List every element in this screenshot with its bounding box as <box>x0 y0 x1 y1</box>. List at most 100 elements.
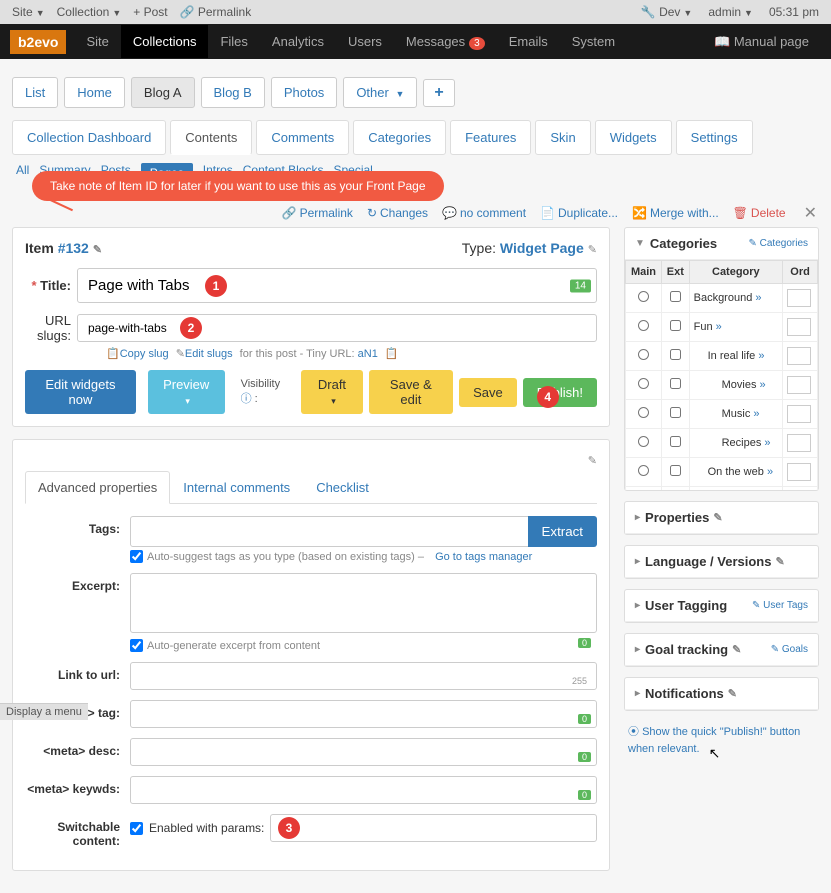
tiny-url-link[interactable]: aN1 <box>358 348 378 360</box>
topbar-collection-menu[interactable]: Collection▼ <box>53 3 126 21</box>
edit-icon[interactable]: ✎ <box>713 511 722 524</box>
pill-add[interactable]: + <box>423 79 454 107</box>
tab-contents[interactable]: Contents <box>170 120 252 155</box>
nav-analytics[interactable]: Analytics <box>260 25 336 58</box>
action-duplicate[interactable]: 📄Duplicate... <box>540 206 618 220</box>
cat-ord-input[interactable] <box>787 434 811 452</box>
tags-input[interactable] <box>130 516 529 547</box>
tab-features[interactable]: Features <box>450 120 531 155</box>
info-icon[interactable]: ⓘ <box>241 393 252 405</box>
type-value-link[interactable]: Widget Page <box>500 240 584 256</box>
edit-widgets-button[interactable]: Edit widgets now <box>25 370 136 414</box>
cat-link-icon[interactable]: » <box>716 321 722 333</box>
language-panel[interactable]: ▸Language / Versions✎ <box>624 545 819 579</box>
cat-ext-checkbox[interactable] <box>670 436 681 447</box>
cat-ext-checkbox[interactable] <box>670 465 681 476</box>
cat-ext-checkbox[interactable] <box>670 291 681 302</box>
tab-comments[interactable]: Comments <box>256 120 349 155</box>
cat-ext-checkbox[interactable] <box>670 349 681 360</box>
preview-button[interactable]: Preview ▾ <box>148 370 225 414</box>
cat-main-radio[interactable] <box>638 349 649 360</box>
metadesc-input[interactable] <box>130 738 597 766</box>
cat-name[interactable]: In real life <box>708 350 756 362</box>
inner-tab-internal[interactable]: Internal comments <box>170 471 303 504</box>
nav-manual[interactable]: 📖 Manual page <box>702 25 821 58</box>
edit-layout-icon[interactable]: ✎ <box>588 455 597 467</box>
cat-link-icon[interactable]: » <box>758 350 764 362</box>
topbar-dev-menu[interactable]: 🔧 Dev▼ <box>637 3 697 21</box>
nav-collections[interactable]: Collections <box>121 25 209 58</box>
inner-tab-checklist[interactable]: Checklist <box>303 471 382 504</box>
switchable-checkbox[interactable] <box>130 822 143 835</box>
tab-settings[interactable]: Settings <box>676 120 753 155</box>
switchable-params-input[interactable] <box>270 814 597 842</box>
cat-ord-input[interactable] <box>787 405 811 423</box>
edit-icon[interactable]: ✎ <box>775 555 784 568</box>
nav-messages[interactable]: Messages3 <box>394 25 497 58</box>
cat-main-radio[interactable] <box>638 407 649 418</box>
cat-link-icon[interactable]: » <box>767 466 773 478</box>
url-slug-input[interactable] <box>77 314 597 342</box>
linkurl-input[interactable] <box>130 662 597 690</box>
edit-categories-link[interactable]: ✎ Categories <box>748 238 808 249</box>
publish-button[interactable]: Publish! <box>523 378 597 407</box>
user-tagging-panel[interactable]: ▸User Tagging✎ User Tags <box>624 589 819 623</box>
save-edit-button[interactable]: Save & edit <box>369 370 453 414</box>
cat-link-icon[interactable]: » <box>764 437 770 449</box>
edit-icon[interactable]: ✎ <box>93 244 102 256</box>
cat-ord-input[interactable] <box>787 463 811 481</box>
cat-name[interactable]: Music <box>722 408 751 420</box>
excerpt-textarea[interactable] <box>130 573 597 633</box>
tab-dashboard[interactable]: Collection Dashboard <box>12 120 166 155</box>
pill-blog-b[interactable]: Blog B <box>201 77 265 108</box>
pill-home[interactable]: Home <box>64 77 125 108</box>
cat-link-icon[interactable]: » <box>760 379 766 391</box>
edit-slugs-link[interactable]: Edit slugs <box>185 348 233 360</box>
pill-photos[interactable]: Photos <box>271 77 337 108</box>
cat-ord-input[interactable] <box>787 347 811 365</box>
edit-icon[interactable]: ✎ <box>588 244 597 256</box>
action-no-comment[interactable]: 💬no comment <box>442 206 526 220</box>
draft-button[interactable]: Draft ▾ <box>301 370 362 414</box>
cat-ord-input[interactable] <box>787 376 811 394</box>
pill-other[interactable]: Other ▼ <box>343 77 417 108</box>
tab-widgets[interactable]: Widgets <box>595 120 672 155</box>
logo[interactable]: b2evo <box>10 30 66 54</box>
cat-name[interactable]: On the web <box>708 466 764 478</box>
notifications-panel[interactable]: ▸Notifications✎ <box>624 677 819 711</box>
autogen-excerpt-checkbox[interactable] <box>130 639 143 652</box>
copy-slug-link[interactable]: Copy slug <box>120 348 169 360</box>
cat-main-radio[interactable] <box>638 291 649 302</box>
nav-site[interactable]: Site <box>74 25 120 58</box>
tab-categories[interactable]: Categories <box>353 120 446 155</box>
cat-main-radio[interactable] <box>638 436 649 447</box>
close-button[interactable]: ✕ <box>804 203 817 223</box>
extract-button[interactable]: Extract <box>528 516 597 547</box>
cat-name[interactable]: Background <box>694 292 753 304</box>
copy-tiny-icon[interactable]: 📋 <box>385 348 399 360</box>
goals-link[interactable]: ✎ Goals <box>771 644 808 655</box>
cat-link-icon[interactable]: » <box>755 292 761 304</box>
title-input[interactable] <box>77 268 597 303</box>
action-permalink[interactable]: 🔗Permalink <box>282 206 353 220</box>
inner-tab-advanced[interactable]: Advanced properties <box>25 471 170 504</box>
action-merge[interactable]: 🔀Merge with... <box>632 206 719 220</box>
edit-icon[interactable]: ✎ <box>728 687 737 700</box>
save-button[interactable]: Save <box>459 378 517 407</box>
cat-ord-input[interactable] <box>787 289 811 307</box>
nav-system[interactable]: System <box>560 25 627 58</box>
cat-ext-checkbox[interactable] <box>670 320 681 331</box>
nav-emails[interactable]: Emails <box>497 25 560 58</box>
tags-manager-link[interactable]: Go to tags manager <box>435 551 532 563</box>
nav-files[interactable]: Files <box>208 25 259 58</box>
topbar-admin-menu[interactable]: admin▼ <box>704 3 757 21</box>
pill-list[interactable]: List <box>12 77 58 108</box>
cat-name[interactable]: Fun <box>694 321 713 333</box>
topbar-site-menu[interactable]: Site▼ <box>8 3 49 21</box>
subtab-all[interactable]: All <box>16 163 29 183</box>
action-changes[interactable]: ↻Changes <box>367 206 428 220</box>
action-delete[interactable]: 🗑Delete <box>733 206 786 220</box>
cat-link-icon[interactable]: » <box>753 408 759 420</box>
titletag-input[interactable] <box>130 700 597 728</box>
cat-main-radio[interactable] <box>638 378 649 389</box>
